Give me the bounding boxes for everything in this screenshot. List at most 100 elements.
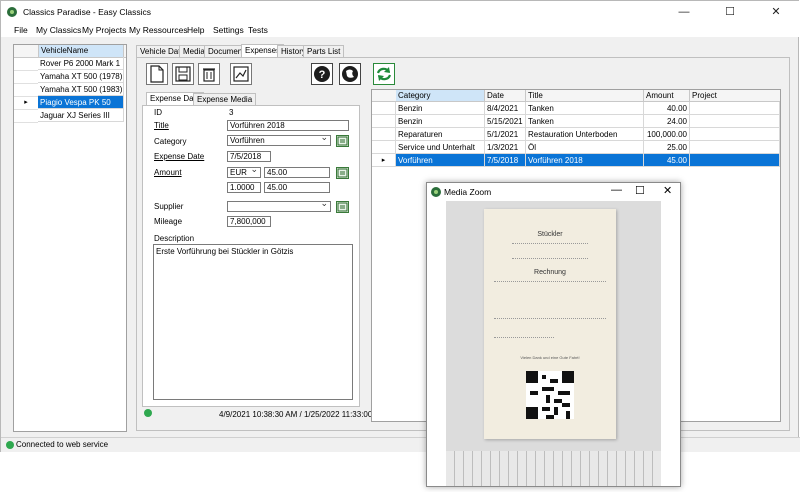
refresh-button[interactable] bbox=[373, 63, 395, 85]
connection-status-icon bbox=[6, 441, 14, 449]
grid-paper-background bbox=[446, 451, 661, 486]
cell-date: 5/15/2021 bbox=[485, 115, 526, 128]
menu-my-classics[interactable]: My Classics bbox=[36, 25, 81, 35]
mileage-label: Mileage bbox=[154, 217, 183, 226]
new-document-icon bbox=[150, 65, 164, 83]
cell-title: Tanken bbox=[526, 102, 644, 115]
edit-list-icon bbox=[337, 136, 348, 146]
menu-tests[interactable]: Tests bbox=[248, 25, 268, 35]
vehicle-list[interactable]: VehicleName Rover P6 2000 Mark 1 Yamaha … bbox=[13, 44, 127, 432]
cell-project bbox=[690, 141, 780, 154]
column-header-category[interactable]: Category bbox=[396, 90, 485, 101]
vehicle-name: Piagio Vespa PK 50 bbox=[38, 96, 124, 109]
column-header-amount[interactable]: Amount bbox=[644, 90, 690, 101]
media-zoom-titlebar: Media Zoom — ☐ ✕ bbox=[427, 183, 680, 201]
exchange-rate-input[interactable]: 1.0000 bbox=[227, 182, 261, 193]
cell-date: 5/1/2021 bbox=[485, 128, 526, 141]
tab-parts-list[interactable]: Parts List bbox=[303, 45, 345, 57]
tab-expense-media[interactable]: Expense Media bbox=[193, 93, 257, 105]
receipt-heading: Rechnung bbox=[534, 269, 566, 276]
web-button[interactable] bbox=[339, 63, 361, 85]
vehicle-row[interactable]: Rover P6 2000 Mark 1 bbox=[14, 57, 126, 71]
title-bar: Classics Paradise - Easy Classics — ☐ ✕ bbox=[1, 1, 800, 24]
id-value: 3 bbox=[229, 108, 234, 117]
trash-icon bbox=[203, 68, 215, 82]
cell-title: Restauration Unterboden bbox=[526, 128, 644, 141]
menu-my-ressources[interactable]: My Ressources bbox=[129, 25, 188, 35]
cell-date: 1/3/2021 bbox=[485, 141, 526, 154]
expense-date-input[interactable]: 7/5/2018 bbox=[227, 151, 271, 162]
vehicle-row-selected[interactable]: ▸ Piagio Vespa PK 50 bbox=[14, 96, 126, 110]
media-zoom-close-button[interactable]: ✕ bbox=[663, 184, 672, 197]
qr-code-icon bbox=[526, 371, 574, 419]
record-timestamps: 4/9/2021 10:38:30 AM / 1/25/2022 11:33:0… bbox=[219, 410, 387, 419]
cell-amount: 40.00 bbox=[644, 102, 690, 115]
cell-amount: 24.00 bbox=[644, 115, 690, 128]
id-label: ID bbox=[154, 108, 162, 117]
media-zoom-minimize-button[interactable]: — bbox=[611, 184, 622, 196]
cell-category: Benzin bbox=[396, 102, 485, 115]
cell-amount: 100,000.00 bbox=[644, 128, 690, 141]
cell-date: 7/5/2018 bbox=[485, 154, 526, 167]
app-logo-icon bbox=[431, 187, 441, 197]
vehicle-row[interactable]: Yamaha XT 500 (1978) bbox=[14, 70, 126, 84]
vehicle-row[interactable]: Jaguar XJ Series III bbox=[14, 109, 126, 123]
amount-input[interactable]: 45.00 bbox=[264, 167, 330, 178]
table-row[interactable]: Service und Unterhalt 1/3/2021 Öl 25.00 bbox=[372, 141, 780, 154]
cell-amount: 45.00 bbox=[644, 154, 690, 167]
menu-help[interactable]: Help bbox=[187, 25, 204, 35]
supplier-select[interactable] bbox=[227, 201, 331, 212]
cell-title: Vorführen 2018 bbox=[526, 154, 644, 167]
help-button[interactable]: ? bbox=[311, 63, 333, 85]
table-row[interactable]: Benzin 8/4/2021 Tanken 40.00 bbox=[372, 102, 780, 115]
description-textarea[interactable]: Erste Vorführung bei Stückler in Götzis bbox=[153, 244, 353, 400]
vehicle-name: Yamaha XT 500 (1983) bbox=[38, 83, 124, 96]
cell-project bbox=[690, 115, 780, 128]
mileage-input[interactable]: 7,800,000 bbox=[227, 216, 271, 227]
cell-project bbox=[690, 102, 780, 115]
menu-file[interactable]: File bbox=[14, 25, 28, 35]
cell-project bbox=[690, 154, 780, 167]
currency-select[interactable]: EUR bbox=[227, 167, 261, 178]
title-input[interactable]: Vorführen 2018 bbox=[227, 120, 349, 131]
description-label: Description bbox=[154, 234, 195, 243]
cell-category: Service und Unterhalt bbox=[396, 141, 485, 154]
category-edit-button[interactable] bbox=[336, 135, 349, 147]
column-header-title[interactable]: Title bbox=[526, 90, 644, 101]
close-button[interactable]: ✕ bbox=[753, 1, 799, 23]
chart-button[interactable] bbox=[230, 63, 252, 85]
refresh-icon bbox=[376, 67, 392, 81]
menu-my-projects[interactable]: My Projects bbox=[82, 25, 126, 35]
calculator-icon bbox=[337, 168, 348, 178]
column-header-project[interactable]: Project bbox=[690, 90, 780, 101]
column-header-date[interactable]: Date bbox=[485, 90, 526, 101]
media-zoom-title: Media Zoom bbox=[444, 187, 492, 197]
app-logo-icon bbox=[7, 7, 17, 17]
media-zoom-window[interactable]: Media Zoom — ☐ ✕ Stückler Rechnung Viele… bbox=[426, 182, 681, 487]
vehicle-name-column-header[interactable]: VehicleName bbox=[38, 45, 124, 57]
delete-button[interactable] bbox=[198, 63, 220, 85]
menu-settings[interactable]: Settings bbox=[213, 25, 244, 35]
cell-date: 8/4/2021 bbox=[485, 102, 526, 115]
table-row[interactable]: Reparaturen 5/1/2021 Restauration Unterb… bbox=[372, 128, 780, 141]
vehicle-name: Jaguar XJ Series III bbox=[38, 109, 124, 122]
media-zoom-maximize-button[interactable]: ☐ bbox=[635, 184, 645, 197]
svg-text:?: ? bbox=[319, 69, 326, 81]
receipt-thanks: Vielen Dank und eine Gute Fahrt! bbox=[520, 355, 580, 360]
save-button[interactable] bbox=[172, 63, 194, 85]
new-button[interactable] bbox=[146, 63, 168, 85]
amount-calc-button[interactable] bbox=[336, 167, 349, 179]
vehicle-row[interactable]: Yamaha XT 500 (1983) bbox=[14, 83, 126, 97]
cell-title: Öl bbox=[526, 141, 644, 154]
table-row[interactable]: Benzin 5/15/2021 Tanken 24.00 bbox=[372, 115, 780, 128]
expense-date-label: Expense Date bbox=[154, 152, 205, 161]
category-select[interactable]: Vorführen bbox=[227, 135, 331, 146]
supplier-edit-button[interactable] bbox=[336, 201, 349, 213]
cell-category: Reparaturen bbox=[396, 128, 485, 141]
window-title: Classics Paradise - Easy Classics bbox=[23, 7, 152, 17]
category-label: Category bbox=[154, 137, 187, 146]
maximize-button[interactable]: ☐ bbox=[707, 1, 753, 23]
table-row-selected[interactable]: ▸ Vorführen 7/5/2018 Vorführen 2018 45.0… bbox=[372, 154, 780, 167]
minimize-button[interactable]: — bbox=[661, 1, 707, 23]
converted-amount-input[interactable]: 45.00 bbox=[264, 182, 330, 193]
